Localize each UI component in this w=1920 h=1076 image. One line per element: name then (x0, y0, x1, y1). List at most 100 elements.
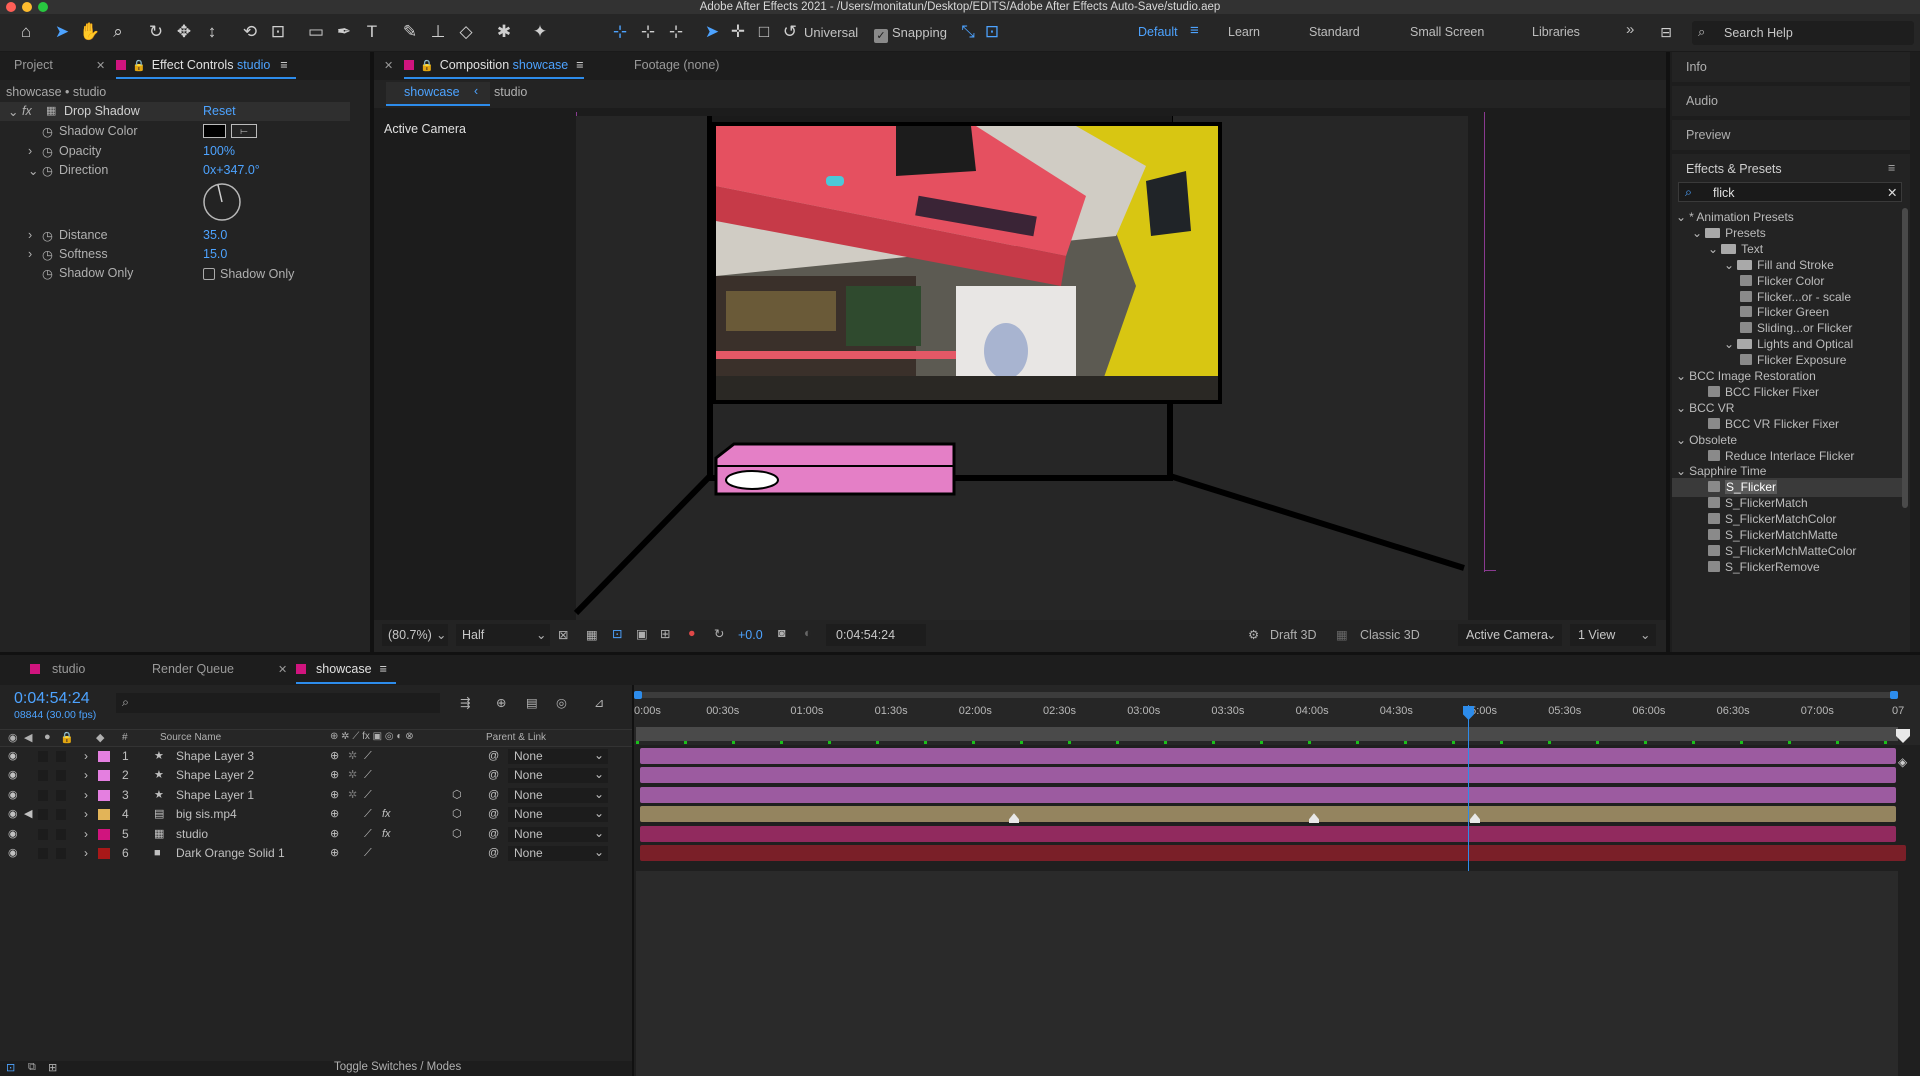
work-area-end-handle[interactable] (1890, 691, 1898, 699)
work-area-range[interactable] (636, 727, 1898, 741)
show-snapshot-icon[interactable]: ◐ (804, 626, 812, 640)
subtab-showcase[interactable]: showcase (404, 85, 460, 99)
shy-switch-icon[interactable]: ⊕ (330, 747, 339, 766)
shadow-only-checkbox[interactable] (203, 268, 215, 280)
shy-switch-icon[interactable]: ⊕ (330, 844, 339, 863)
layer-row[interactable]: ◉ › 3 ★ Shape Layer 1 ⊕ ✲ ⟋ ⬡ @ None ⌄ (0, 786, 632, 805)
region-of-interest-icon[interactable]: ▣ (636, 626, 648, 641)
panel-menu-icon[interactable]: ≡ (1888, 161, 1895, 175)
clone-stamp-tool-icon[interactable]: ⊥ (426, 20, 450, 44)
axis-local-icon[interactable]: ⊹ (608, 20, 632, 44)
effect-settings-icon[interactable]: ▦ (46, 104, 56, 117)
3d-ground-icon[interactable]: ▦ (1336, 627, 1348, 642)
resolution-dropdown[interactable]: Half ⌄ (456, 624, 550, 646)
expand-chevron-icon[interactable]: › (84, 805, 88, 824)
composition-viewer[interactable]: Active Camera (374, 108, 1666, 620)
tab-showcase[interactable]: showcase ≡ (296, 662, 387, 676)
pickwhip-icon[interactable]: @ (488, 844, 499, 863)
shy-switch-icon[interactable]: ⊕ (330, 825, 339, 844)
shy-switch-icon[interactable]: ⊕ (330, 805, 339, 824)
close-window-icon[interactable] (6, 2, 16, 12)
close-tab-icon[interactable]: ✕ (96, 59, 105, 72)
snapping-checkbox[interactable]: ✓ Snapping (874, 22, 947, 44)
layer-row[interactable]: ◉ › 2 ★ Shape Layer 2 ⊕ ✲ ⟋ @ None ⌄ (0, 766, 632, 785)
roto-brush-tool-icon[interactable]: ✱ (492, 20, 516, 44)
effect-switch-icon[interactable]: fx (382, 805, 391, 824)
pickwhip-icon[interactable]: @ (488, 825, 499, 844)
orbit-camera-icon[interactable]: ↻ (144, 20, 168, 44)
rectangle-tool-icon[interactable]: ▭ (304, 20, 328, 44)
layer-name[interactable]: big sis.mp4 (176, 805, 237, 824)
draft3d-label[interactable]: Draft 3D (1270, 628, 1317, 642)
clear-search-icon[interactable]: ✕ (1887, 185, 1897, 200)
direction-dial[interactable] (202, 182, 242, 222)
shadow-color-swatch[interactable] (203, 124, 226, 138)
tab-studio[interactable]: studio (30, 662, 85, 676)
softness-value[interactable]: 15.0 (203, 247, 227, 261)
panel-menu-icon[interactable]: ≡ (380, 662, 387, 676)
quality-switch-icon[interactable]: ⟋ (364, 747, 372, 766)
keyframe-nav-icon[interactable]: ◈ (1898, 755, 1907, 769)
pan-camera-icon[interactable]: ✥ (172, 20, 196, 44)
effects-search-input[interactable]: ⌕ flick ✕ (1678, 182, 1902, 202)
layer-duration-bar[interactable] (640, 825, 1896, 842)
lock-column-icon[interactable]: 🔒 (60, 731, 74, 744)
pan-behind-tool-icon[interactable]: ⊡ (266, 20, 290, 44)
renderer-label[interactable]: Classic 3D (1360, 628, 1420, 642)
sync-settings-icon[interactable]: ⊟ (1654, 20, 1678, 44)
lock-toggle[interactable] (56, 789, 66, 801)
quality-switch-icon[interactable]: ⟋ (364, 825, 372, 844)
eye-column-icon[interactable]: ◉ (8, 731, 18, 744)
stopwatch-icon[interactable]: ◷ (42, 124, 53, 139)
axis-world-icon[interactable]: ⊹ (636, 20, 660, 44)
shy-switch-icon[interactable]: ⊕ (330, 786, 339, 805)
layer-duration-bar[interactable] (640, 806, 1896, 823)
solo-toggle[interactable] (38, 809, 48, 821)
workspace-menu-icon[interactable]: ≡ (1190, 22, 1199, 39)
snap-edges-icon[interactable]: ⤡ (956, 20, 980, 44)
rotate-tool-icon[interactable]: ⟲ (238, 20, 262, 44)
universal-scale-icon[interactable]: □ (752, 20, 776, 44)
audio-speaker-icon[interactable]: ◀ (24, 805, 32, 824)
universal-select-icon[interactable]: ➤ (700, 20, 724, 44)
quality-switch-icon[interactable]: ⟋ (364, 786, 372, 805)
workspace-standard[interactable]: Standard (1309, 25, 1360, 39)
universal-label[interactable]: Universal (804, 22, 858, 44)
draft-3d-icon[interactable]: ⊕ (496, 695, 506, 710)
solo-toggle[interactable] (38, 751, 48, 762)
work-area-bar[interactable] (636, 692, 1898, 698)
expand-chevron-icon[interactable]: › (84, 766, 88, 785)
work-area-start-handle[interactable] (634, 691, 642, 699)
timeline-timecode[interactable]: 0:04:54:24 (14, 690, 90, 708)
close-tab-icon[interactable]: ✕ (278, 663, 287, 676)
tab-project[interactable]: Project (14, 58, 53, 72)
workspace-learn[interactable]: Learn (1228, 25, 1260, 39)
layer-row[interactable]: ◉ › 5 ▦ studio ⊕ ⟋ fx ⬡ @ None ⌄ (0, 825, 632, 844)
parent-dropdown[interactable]: None ⌄ (508, 748, 608, 764)
stopwatch-icon[interactable]: ◷ (42, 247, 53, 262)
layer-name[interactable]: Shape Layer 3 (176, 747, 254, 766)
timeline-search-input[interactable]: ⌕ (116, 693, 440, 713)
selection-tool-icon[interactable]: ➤ (50, 20, 74, 44)
zoom-dropdown[interactable]: (80.7%) ⌄ (382, 624, 448, 646)
solo-toggle[interactable] (38, 848, 48, 859)
visibility-eye-icon[interactable]: ◉ (8, 766, 18, 785)
layer-duration-bar[interactable] (640, 767, 1896, 784)
preview-section[interactable]: Preview (1672, 120, 1910, 150)
channel-icon[interactable]: ● (688, 626, 696, 640)
distance-value[interactable]: 35.0 (203, 228, 227, 242)
visibility-eye-icon[interactable]: ◉ (8, 747, 18, 766)
more-workspaces-icon[interactable]: » (1626, 21, 1634, 38)
universal-move-icon[interactable]: ✛ (726, 20, 750, 44)
camera-dropdown[interactable]: Active Camera ⌄ (1458, 624, 1562, 646)
expand-chevron-icon[interactable]: › (84, 825, 88, 844)
time-ruler[interactable]: 0:00s 00:30s 01:00s 01:30s 02:00s 02:30s 03:00… (634, 701, 1920, 723)
reset-button[interactable]: Reset (203, 104, 236, 118)
frame-blending-icon[interactable]: ▤ (526, 695, 538, 710)
collapse-chevron-icon[interactable]: ⌄ (8, 104, 18, 119)
workspace-libraries[interactable]: Libraries (1532, 25, 1580, 39)
layer-name[interactable]: Shape Layer 2 (176, 766, 254, 785)
parent-dropdown[interactable]: None ⌄ (508, 845, 608, 861)
transfer-controls-icon[interactable]: ⧉ (28, 1061, 36, 1074)
collapse-switch-icon[interactable]: ✲ (348, 766, 357, 785)
